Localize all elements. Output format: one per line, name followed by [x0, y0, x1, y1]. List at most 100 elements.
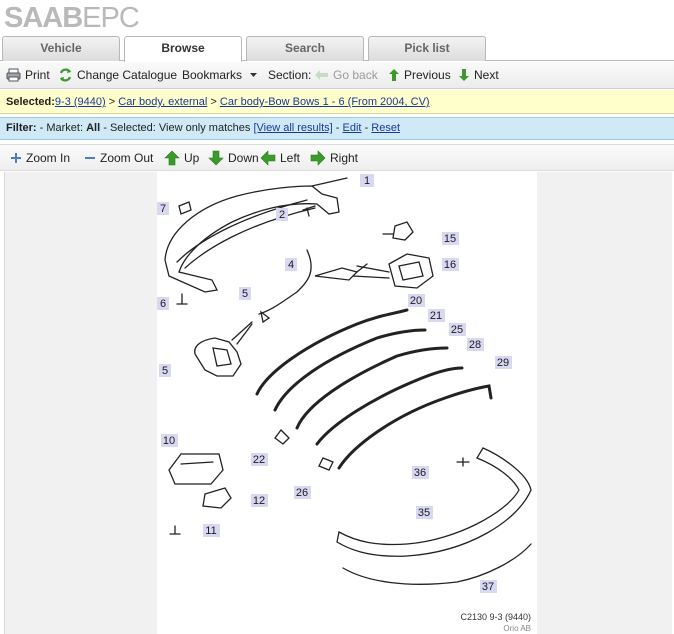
- svg-text:37: 37: [482, 581, 494, 593]
- svg-text:21: 21: [430, 310, 442, 322]
- diagram-viewport[interactable]: 1 2 7 6 4 5 5 15 16 20 21 25 28 29 10 22…: [4, 172, 672, 634]
- breadcrumb-separator: >: [108, 96, 116, 108]
- svg-text:4: 4: [288, 259, 294, 271]
- parts-diagram[interactable]: 1 2 7 6 4 5 5 15 16 20 21 25 28 29 10 22…: [157, 172, 537, 634]
- section-label: Section:: [268, 68, 314, 82]
- callout-20[interactable]: 20: [408, 294, 425, 307]
- breadcrumb-group-link[interactable]: Car body, external: [118, 96, 207, 108]
- filter-selected-value: View only matches: [158, 122, 251, 134]
- change-catalogue-button[interactable]: Change Catalogue: [58, 68, 182, 82]
- saab-epc-logo: SAAB EPC: [4, 2, 140, 34]
- svg-text:25: 25: [451, 324, 463, 336]
- callout-10[interactable]: 10: [161, 434, 178, 447]
- pan-left-label: Left: [280, 150, 301, 165]
- pan-left-button[interactable]: Left: [260, 149, 310, 166]
- arrow-down-icon: [459, 69, 469, 81]
- diagram-caption: C2130 9-3 (9440): [460, 612, 531, 622]
- zoom-in-button[interactable]: Zoom In: [10, 151, 84, 165]
- callout-2[interactable]: 2: [276, 208, 288, 221]
- callout-15[interactable]: 15: [442, 232, 459, 245]
- callout-22[interactable]: 22: [251, 453, 268, 466]
- tab-search[interactable]: Search: [246, 36, 364, 61]
- svg-text:20: 20: [410, 295, 422, 307]
- filter-market-prefix: - Market:: [39, 122, 84, 134]
- svg-text:12: 12: [253, 495, 265, 507]
- pan-up-label: Up: [184, 150, 200, 165]
- exploded-parts-drawing: 1 2 7 6 4 5 5 15 16 20 21 25 28 29 10 22…: [157, 174, 532, 633]
- previous-button[interactable]: Previous: [388, 68, 458, 82]
- filter-dash: -: [335, 122, 340, 134]
- zoom-out-label: Zoom Out: [100, 150, 154, 165]
- diagram-navigation-bar: Zoom In Zoom Out Up Down Left Right: [0, 144, 674, 171]
- callout-11[interactable]: 11: [203, 524, 220, 537]
- callout-36[interactable]: 36: [412, 466, 429, 479]
- selection-breadcrumb: Selected:9-3 (9440) > Car body, external…: [0, 90, 674, 114]
- arrow-left-icon: [315, 70, 328, 80]
- part-lines: [164, 177, 532, 585]
- svg-text:7: 7: [160, 203, 166, 215]
- main-toolbar: Print Change Catalogue Bookmarks Section…: [0, 62, 674, 89]
- view-all-results-link[interactable]: [View all results]: [253, 122, 332, 134]
- bookmarks-dropdown[interactable]: Bookmarks: [182, 68, 268, 82]
- svg-text:22: 22: [253, 454, 265, 466]
- callout-37[interactable]: 37: [480, 580, 497, 593]
- logo-brand: SAAB: [4, 2, 83, 34]
- callout-12[interactable]: 12: [251, 494, 268, 507]
- svg-text:28: 28: [469, 339, 481, 351]
- filter-label: Filter:: [6, 122, 37, 134]
- filter-dash: -: [364, 122, 369, 134]
- chevron-down-icon: [250, 72, 258, 77]
- svg-text:29: 29: [497, 357, 509, 369]
- print-label: Print: [25, 68, 50, 82]
- tab-pick-list[interactable]: Pick list: [368, 36, 486, 61]
- callout-1[interactable]: 1: [360, 174, 374, 187]
- next-label: Next: [474, 68, 499, 82]
- callout-25[interactable]: 25: [449, 323, 466, 336]
- svg-text:26: 26: [296, 487, 308, 499]
- callout-6[interactable]: 6: [157, 297, 169, 310]
- callout-5[interactable]: 5: [239, 287, 251, 300]
- breadcrumb-section-link[interactable]: Car body-Bow Bows 1 - 6 (From 2004, CV): [220, 96, 430, 108]
- svg-text:36: 36: [414, 467, 426, 479]
- svg-text:10: 10: [163, 435, 175, 447]
- svg-text:15: 15: [444, 233, 456, 245]
- callout-29[interactable]: 29: [495, 356, 512, 369]
- section-label-text: Section:: [268, 68, 312, 82]
- tab-browse[interactable]: Browse: [124, 36, 242, 62]
- main-tabs: Vehicle Browse Search Pick list: [0, 35, 674, 62]
- pan-down-button[interactable]: Down: [208, 150, 260, 166]
- zoom-out-button[interactable]: Zoom Out: [84, 151, 164, 165]
- callout-16[interactable]: 16: [442, 258, 459, 271]
- next-button[interactable]: Next: [458, 68, 518, 82]
- go-back-label: Go back: [333, 68, 378, 82]
- go-back-button[interactable]: Go back: [314, 68, 388, 82]
- callout-5[interactable]: 5: [159, 364, 171, 377]
- callout-26[interactable]: 26: [294, 486, 311, 499]
- pan-right-button[interactable]: Right: [310, 149, 366, 166]
- callout-21[interactable]: 21: [428, 309, 445, 322]
- arrow-up-icon: [389, 69, 399, 81]
- filter-bar: Filter: - Market: All - Selected: View o…: [0, 117, 674, 140]
- filter-selected-prefix: - Selected:: [103, 122, 156, 134]
- svg-text:1: 1: [364, 175, 370, 187]
- callout-28[interactable]: 28: [467, 338, 484, 351]
- svg-text:5: 5: [242, 288, 248, 300]
- breadcrumb-model-link[interactable]: 9-3 (9440): [55, 96, 106, 108]
- print-button[interactable]: Print: [6, 68, 58, 82]
- callout-4[interactable]: 4: [285, 258, 297, 271]
- minus-icon: [85, 156, 95, 159]
- bookmarks-label: Bookmarks: [182, 68, 243, 82]
- svg-text:5: 5: [162, 365, 168, 377]
- selected-label: Selected:: [6, 96, 55, 108]
- diagram-copyright: Orio AB: [503, 624, 531, 633]
- svg-text:2: 2: [279, 209, 285, 221]
- breadcrumb-separator: >: [210, 96, 217, 108]
- callout-35[interactable]: 35: [416, 506, 433, 519]
- tab-vehicle[interactable]: Vehicle: [2, 36, 120, 61]
- edit-filter-link[interactable]: Edit: [343, 122, 362, 134]
- previous-label: Previous: [404, 68, 451, 82]
- pan-up-button[interactable]: Up: [164, 150, 208, 166]
- reset-filter-link[interactable]: Reset: [371, 122, 400, 134]
- callout-7[interactable]: 7: [157, 202, 169, 215]
- svg-text:35: 35: [418, 507, 430, 519]
